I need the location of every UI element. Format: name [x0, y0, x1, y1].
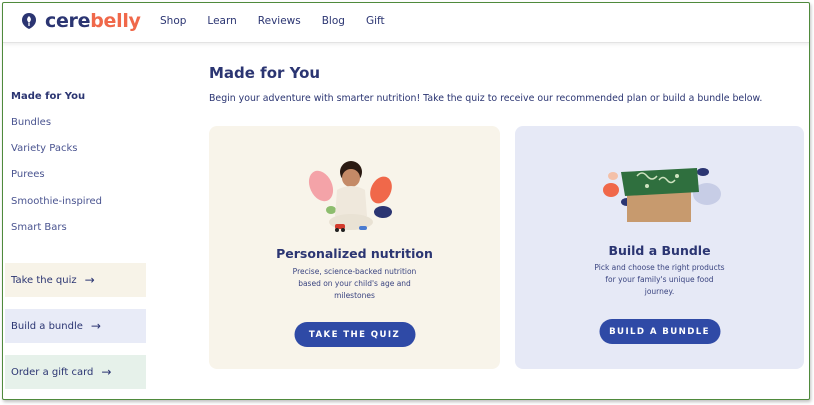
- gift-card-link[interactable]: Order a gift card →: [5, 355, 146, 389]
- build-bundle-link[interactable]: Build a bundle →: [5, 309, 146, 343]
- logo-text-part1: cere: [45, 10, 91, 32]
- page-subtitle: Begin your adventure with smarter nutrit…: [209, 93, 763, 104]
- logo[interactable]: cerebelly: [19, 10, 141, 32]
- gift-card-label: Order a gift card: [11, 366, 94, 378]
- desc-line: Precise, science-backed nutrition: [292, 267, 417, 276]
- nav-gift[interactable]: Gift: [366, 15, 385, 27]
- sidebar-item-bundles[interactable]: Bundles: [11, 117, 51, 128]
- logo-text-part2: belly: [90, 10, 141, 32]
- card-title: Build a Bundle: [608, 243, 711, 258]
- sidebar-item-purees[interactable]: Purees: [11, 169, 45, 180]
- site-header: cerebelly Shop Learn Reviews Blog Gift: [3, 3, 809, 43]
- card-description: Precise, science-backed nutrition based …: [280, 266, 430, 302]
- nav-shop[interactable]: Shop: [160, 15, 186, 27]
- desc-line: milestones: [334, 291, 375, 300]
- sidebar-item-smoothie-inspired[interactable]: Smoothie-inspired: [11, 196, 102, 207]
- arrow-right-icon: →: [101, 365, 112, 379]
- brain-logo-icon: [22, 13, 36, 29]
- bundle-box-illustration-image: [603, 168, 721, 222]
- main-nav: Shop Learn Reviews Blog Gift: [160, 15, 406, 27]
- desc-line: Pick and choose the right products: [594, 263, 725, 272]
- desc-line: journey.: [644, 287, 675, 296]
- take-quiz-link[interactable]: Take the quiz →: [5, 263, 146, 297]
- build-a-bundle-button[interactable]: BUILD A BUNDLE: [599, 319, 720, 344]
- nav-blog[interactable]: Blog: [322, 15, 345, 27]
- page-title: Made for You: [209, 64, 321, 82]
- personalized-nutrition-card: Personalized nutrition Precise, science-…: [209, 126, 500, 369]
- sidebar-title[interactable]: Made for You: [11, 91, 85, 102]
- arrow-right-icon: →: [84, 273, 95, 287]
- nav-reviews[interactable]: Reviews: [258, 15, 301, 27]
- arrow-right-icon: →: [90, 319, 101, 333]
- sidebar-item-variety-packs[interactable]: Variety Packs: [11, 143, 77, 154]
- baby-illustration-image: [308, 161, 392, 232]
- logo-wordmark: cerebelly: [45, 10, 141, 32]
- take-the-quiz-button[interactable]: TAKE THE QUIZ: [294, 322, 415, 347]
- nav-learn[interactable]: Learn: [207, 15, 236, 27]
- page-frame: cerebelly Shop Learn Reviews Blog Gift M…: [2, 2, 810, 400]
- build-bundle-label: Build a bundle: [11, 320, 83, 332]
- desc-line: based on your child's age and: [298, 279, 411, 288]
- card-title: Personalized nutrition: [276, 246, 433, 261]
- desc-line: for your family's unique food: [605, 275, 714, 284]
- build-a-bundle-card: Build a Bundle Pick and choose the right…: [515, 126, 804, 369]
- sidebar-item-smart-bars[interactable]: Smart Bars: [11, 222, 67, 233]
- card-description: Pick and choose the right products for y…: [585, 262, 735, 298]
- take-quiz-label: Take the quiz: [11, 274, 77, 286]
